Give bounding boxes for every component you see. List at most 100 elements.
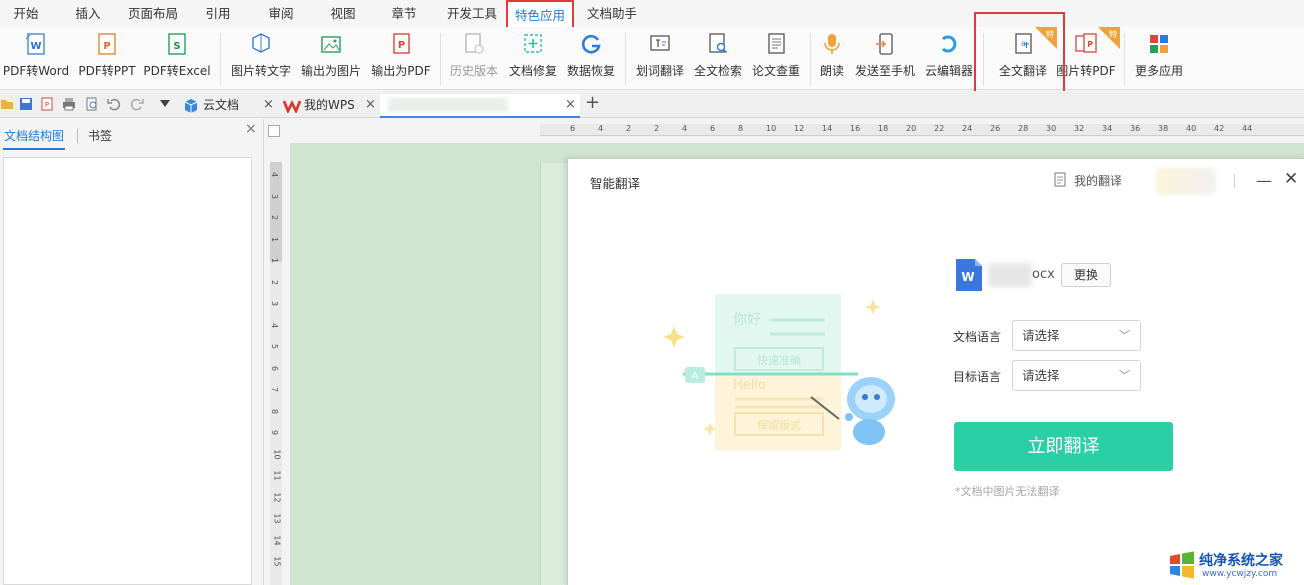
quick-access-dropdown-icon[interactable] bbox=[160, 100, 170, 108]
ruler-tick: 20 bbox=[906, 124, 917, 133]
close-tab-icon[interactable]: × bbox=[365, 94, 376, 116]
tab-cloud-docs[interactable]: 云文档 × bbox=[182, 94, 278, 118]
ruler-tick: 8 bbox=[270, 408, 280, 414]
wps-window: 开始 插入 页面布局 引用 审阅 视图 章节 开发工具 特色应用 文档助手 W … bbox=[0, 0, 1304, 585]
svg-text:保留版式: 保留版式 bbox=[757, 418, 801, 432]
smart-translate-dialog: 智能翻译 我的翻译 — ✕ 你好 快速准确 Hello 保留版式 A W ocx… bbox=[567, 158, 1304, 585]
tab-doc-assistant[interactable]: 文档助手 bbox=[583, 0, 641, 27]
data-recovery-button[interactable]: 数据恢复 bbox=[563, 31, 619, 85]
save-icon[interactable] bbox=[19, 97, 33, 111]
export-image-label: 输出为图片 bbox=[300, 64, 361, 78]
pdf-to-excel-label: PDF转Excel bbox=[143, 64, 211, 78]
ruler-scale: 6 4 2 2 4 6 8 10 12 14 16 18 20 22 24 26 28 30 32 34 36 38 40 4… bbox=[540, 124, 1304, 136]
export-pdf-icon: P bbox=[393, 33, 410, 54]
special-badge-icon: 特 bbox=[1098, 27, 1120, 49]
ruler-tick: 14 bbox=[272, 534, 282, 546]
robot-body bbox=[853, 419, 885, 445]
ruler-tick: 26 bbox=[990, 124, 1001, 133]
more-apps-icon bbox=[1150, 35, 1168, 53]
ruler-tick: 6 bbox=[570, 124, 576, 133]
ruler-tick: 18 bbox=[878, 124, 889, 133]
tab-insert[interactable]: 插入 bbox=[70, 0, 106, 27]
redo-icon[interactable] bbox=[130, 97, 144, 111]
tab-document-structure[interactable]: 文档结构图 bbox=[4, 127, 64, 144]
pdf-to-excel-button[interactable]: S PDF转Excel bbox=[143, 31, 211, 85]
close-pane-icon[interactable]: × bbox=[245, 121, 257, 137]
send-to-phone-label: 发送至手机 bbox=[854, 64, 915, 78]
read-aloud-label: 朗读 bbox=[819, 64, 844, 78]
document-page[interactable] bbox=[540, 163, 570, 585]
pdf-to-ppt-label: PDF转PPT bbox=[78, 64, 136, 78]
site-watermark: 纯净系统之家 www.ycwjzy.com bbox=[1166, 548, 1304, 585]
target-language-select[interactable]: 请选择 ﹀ bbox=[1012, 360, 1141, 391]
ruler-tick: 8 bbox=[738, 124, 744, 133]
tab-references[interactable]: 引用 bbox=[200, 0, 236, 27]
close-tab-icon[interactable]: × bbox=[565, 94, 576, 116]
doc-repair-icon bbox=[524, 34, 542, 53]
source-language-select[interactable]: 请选择 ﹀ bbox=[1012, 320, 1141, 351]
tab-my-wps[interactable]: 我的WPS × bbox=[282, 94, 378, 118]
minimize-button[interactable]: — bbox=[1256, 171, 1272, 190]
close-tab-icon[interactable]: × bbox=[263, 94, 274, 116]
word-translate-button[interactable]: 划词翻译 bbox=[632, 31, 688, 85]
ruler-tick: 42 bbox=[1214, 124, 1225, 133]
tab-current-document[interactable]: × bbox=[380, 94, 580, 118]
fulltext-search-button[interactable]: 全文检索 bbox=[690, 31, 746, 85]
change-file-button[interactable]: 更换 bbox=[1061, 263, 1111, 287]
tab-page-layout[interactable]: 页面布局 bbox=[124, 0, 182, 27]
ruler-tick: 2 bbox=[626, 124, 632, 133]
print-preview-icon[interactable] bbox=[85, 97, 99, 111]
pdf-to-word-button[interactable]: W PDF转Word bbox=[2, 31, 70, 85]
doc-repair-button[interactable]: 文档修复 bbox=[505, 31, 561, 85]
document-tab-bar: P 云文档 × 我的WPS × × + bbox=[0, 91, 1304, 118]
export-pdf-small-icon[interactable]: P bbox=[40, 97, 54, 111]
tab-review[interactable]: 审阅 bbox=[263, 0, 299, 27]
fulltext-translate-highlight bbox=[974, 12, 1065, 99]
ruler-tick: 44 bbox=[1242, 124, 1253, 133]
my-translation-link[interactable]: 我的翻译 bbox=[1054, 171, 1154, 189]
ruler-tick: 7 bbox=[270, 386, 280, 393]
target-language-value: 请选择 bbox=[1022, 368, 1060, 383]
windows-logo-icon bbox=[1170, 551, 1194, 579]
ruler-tick: 2 bbox=[270, 279, 280, 285]
export-pdf-button[interactable]: P 输出为PDF bbox=[368, 31, 434, 85]
history-version-button[interactable]: 历史版本 bbox=[446, 31, 502, 85]
ruler-tick: 3 bbox=[270, 300, 280, 307]
svg-text:W: W bbox=[961, 270, 974, 284]
translation-illustration: 你好 快速准确 Hello 保留版式 A bbox=[663, 294, 895, 450]
ruler-tick: 1 bbox=[270, 236, 280, 242]
ruler-tick: 30 bbox=[1046, 124, 1057, 133]
tab-developer[interactable]: 开发工具 bbox=[443, 0, 501, 27]
tab-start[interactable]: 开始 bbox=[8, 0, 44, 27]
export-image-button[interactable]: 输出为图片 bbox=[298, 31, 364, 85]
ruler-tick: 14 bbox=[822, 124, 833, 133]
open-folder-icon[interactable] bbox=[0, 97, 14, 111]
source-language-label: 文档语言 bbox=[953, 330, 1002, 344]
watermark-url: www.ycwjzy.com bbox=[1202, 569, 1278, 579]
cloud-editor-label: 云编辑器 bbox=[924, 64, 973, 78]
ruler-tick: 3 bbox=[270, 193, 280, 199]
image-to-text-button[interactable]: 图片转文字 bbox=[228, 31, 294, 85]
svg-text:特: 特 bbox=[1109, 29, 1117, 39]
print-icon[interactable] bbox=[62, 97, 76, 111]
send-to-phone-button[interactable]: 发送至手机 bbox=[852, 31, 918, 85]
ruler-tick: 32 bbox=[1074, 124, 1085, 133]
undo-icon[interactable] bbox=[107, 97, 121, 111]
read-aloud-button[interactable]: 朗读 bbox=[815, 31, 849, 85]
more-apps-button[interactable]: 更多应用 bbox=[1131, 31, 1187, 85]
tab-view[interactable]: 视图 bbox=[325, 0, 361, 27]
translate-now-button[interactable]: 立即翻译 bbox=[954, 422, 1173, 471]
ribbon-separator bbox=[220, 33, 221, 85]
new-tab-button[interactable]: + bbox=[585, 92, 600, 116]
image-to-pdf-icon: P bbox=[1075, 33, 1097, 53]
tab-chapter[interactable]: 章节 bbox=[386, 0, 422, 27]
tab-stop-selector[interactable] bbox=[268, 125, 280, 137]
pdf-to-ppt-button[interactable]: P PDF转PPT bbox=[77, 31, 137, 85]
close-dialog-button[interactable]: ✕ bbox=[1284, 169, 1298, 189]
sparkle-icon bbox=[663, 326, 685, 348]
ruler-tick: 2 bbox=[654, 124, 660, 133]
blurred-file-name bbox=[988, 263, 1032, 287]
tab-bookmark[interactable]: 书签 bbox=[88, 127, 112, 144]
cloud-editor-button[interactable]: 云编辑器 bbox=[921, 31, 977, 85]
paper-check-button[interactable]: 论文查重 bbox=[748, 31, 804, 85]
